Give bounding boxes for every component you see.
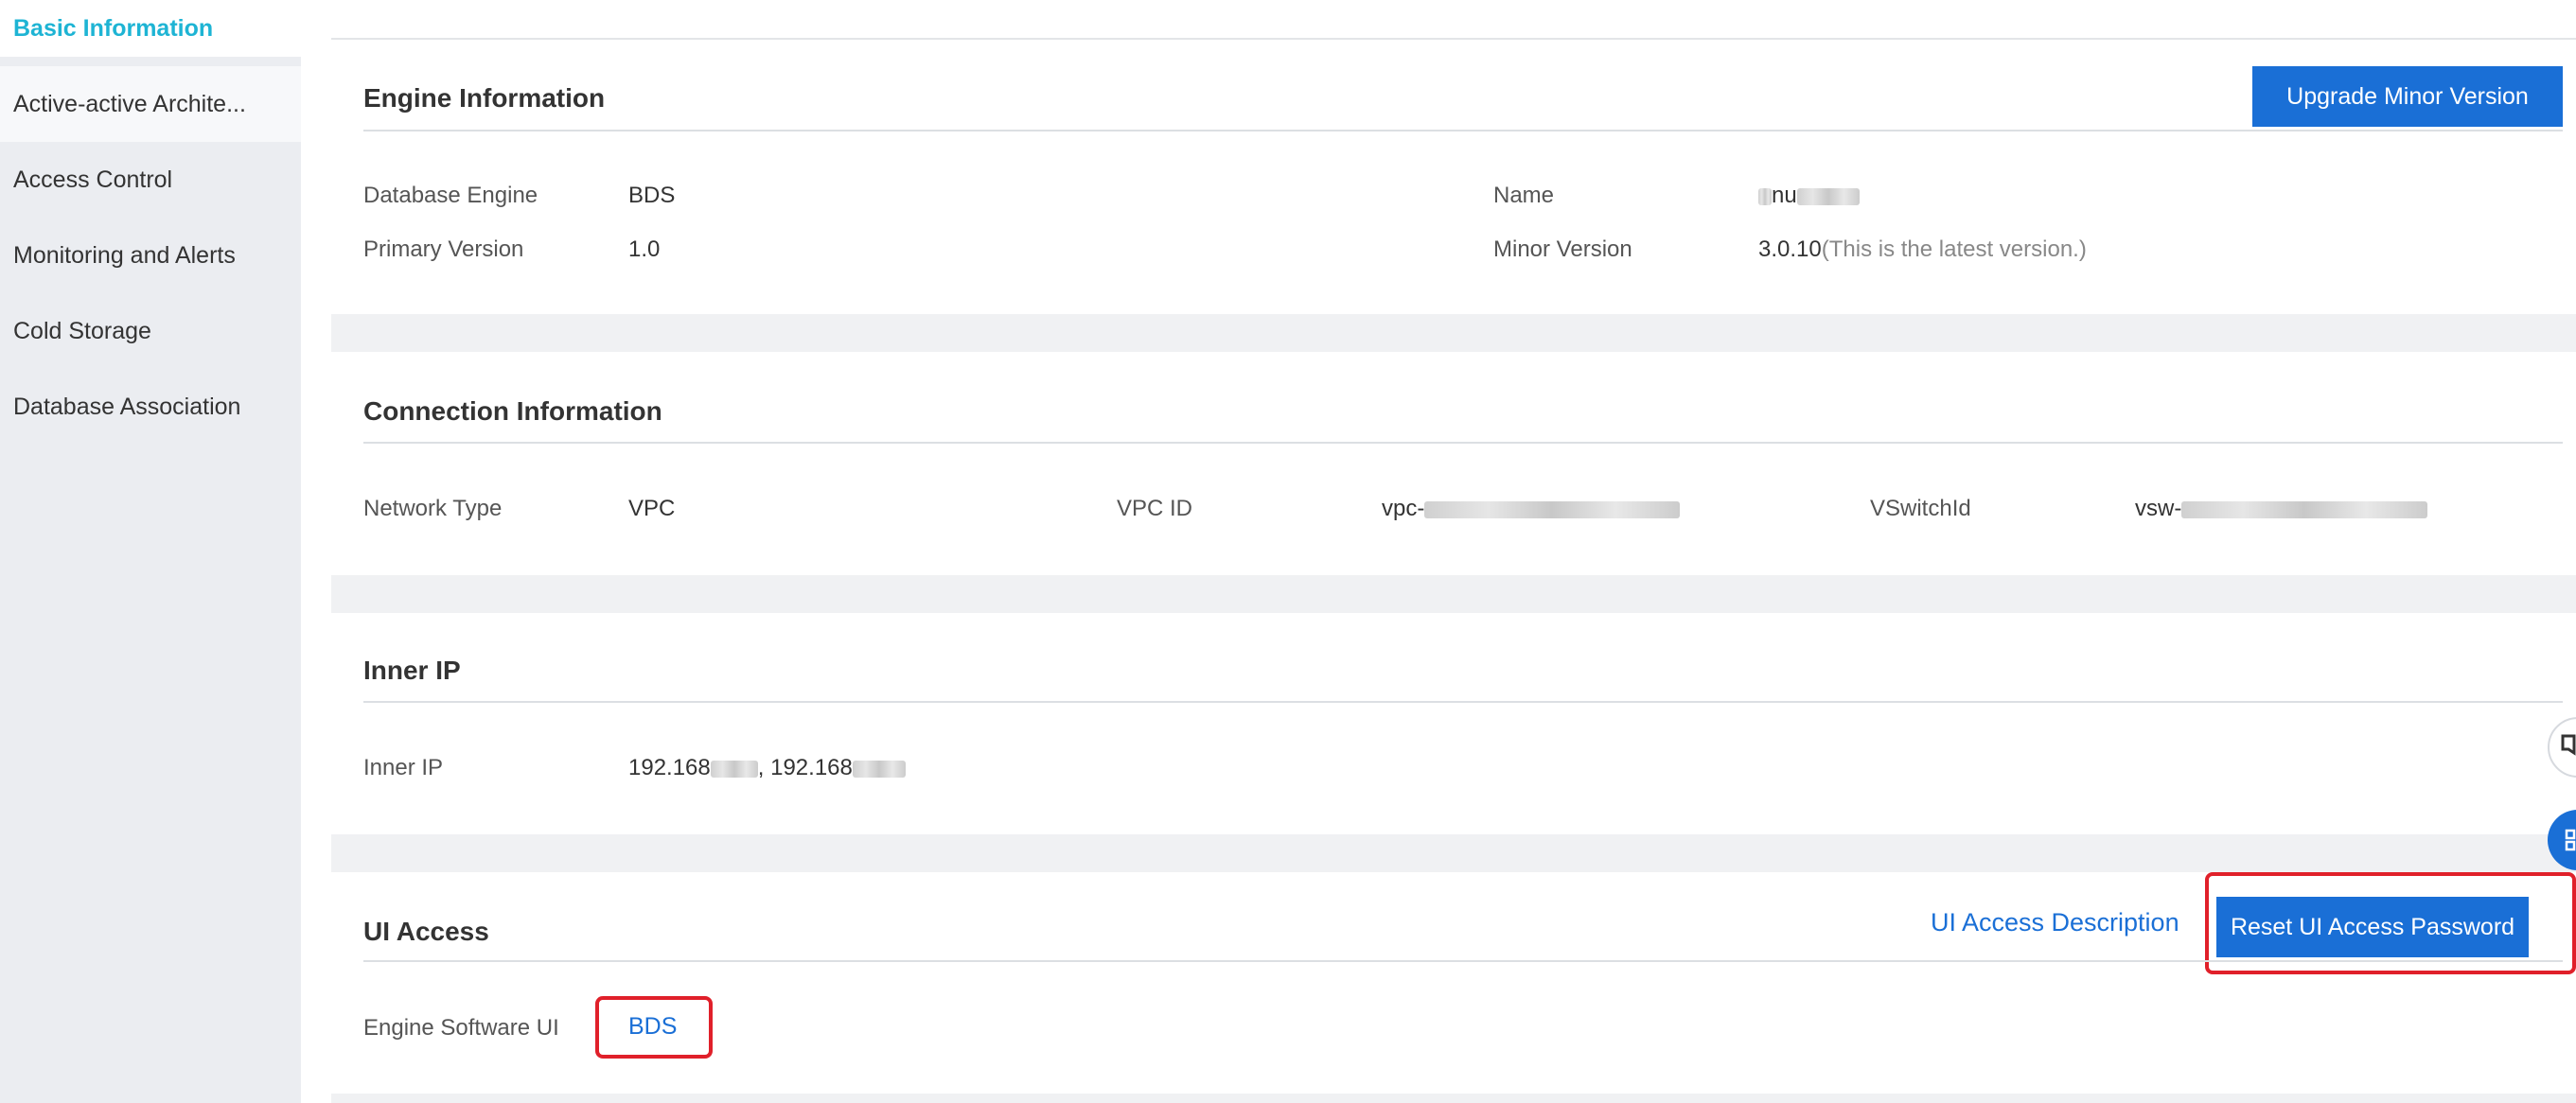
section-rule: [363, 442, 2563, 444]
name-label: Name: [1493, 183, 1555, 208]
connection-information-title: Connection Information: [363, 396, 662, 426]
sidebar-item-monitoring-and-alerts[interactable]: Monitoring and Alerts: [0, 218, 301, 293]
vpc-id-value: vpc-: [1382, 496, 1425, 521]
feedback-float-button[interactable]: [2548, 717, 2576, 778]
vswitch-id-value: vsw-: [2135, 496, 2182, 521]
database-engine-value: BDS: [628, 183, 676, 208]
section-divider: [331, 834, 2576, 872]
sidebar-item-access-control[interactable]: Access Control: [0, 142, 301, 218]
sidebar-item-label: Database Association: [13, 393, 241, 420]
inner-ip-value-row: 192.168, 192.168: [628, 755, 906, 781]
ui-access-title: UI Access: [363, 917, 489, 946]
sidebar-item-active-active-architecture[interactable]: Active-active Archite...: [0, 66, 301, 142]
inner-ip-separator: ,: [757, 755, 771, 780]
reset-ui-access-password-button[interactable]: Reset UI Access Password: [2216, 897, 2529, 957]
engine-software-ui-label: Engine Software UI: [363, 1015, 559, 1041]
primary-version-value: 1.0: [628, 236, 661, 262]
sidebar-item-label: Cold Storage: [13, 317, 151, 344]
sidebar-item-label: Basic Information: [13, 14, 214, 42]
sidebar-item-label: Active-active Archite...: [13, 90, 246, 117]
redacted-text: [1796, 187, 1860, 205]
feedback-icon: [2561, 734, 2576, 756]
section-divider: [331, 38, 2576, 40]
sidebar-item-database-association[interactable]: Database Association: [0, 369, 301, 445]
name-value-row: nu: [1758, 183, 1860, 209]
section-divider: [331, 314, 2576, 352]
grid-app-icon: [2565, 829, 2576, 851]
section-rule: [363, 130, 2563, 131]
inner-ip-value-2: 192.168: [770, 755, 853, 780]
upgrade-minor-version-button[interactable]: Upgrade Minor Version: [2252, 66, 2563, 127]
inner-ip-label: Inner IP: [363, 755, 444, 780]
section-divider: [331, 575, 2576, 613]
sidebar-item-label: Monitoring and Alerts: [13, 241, 236, 269]
inner-ip-value-1: 192.168: [628, 755, 711, 780]
section-rule: [363, 960, 2563, 962]
network-type-label: Network Type: [363, 496, 503, 521]
engine-information-title: Engine Information: [363, 83, 606, 113]
redacted-text: [1424, 500, 1681, 518]
primary-version-label: Primary Version: [363, 236, 524, 262]
sidebar: Basic Information Active-active Archite.…: [0, 0, 301, 1103]
sidebar-item-cold-storage[interactable]: Cold Storage: [0, 293, 301, 369]
vswitch-id-row: vsw-: [2135, 496, 2428, 522]
sidebar-item-label: Access Control: [13, 166, 173, 193]
section-rule: [363, 701, 2563, 703]
name-value: nu: [1772, 183, 1797, 208]
engine-software-ui-link[interactable]: BDS: [628, 1013, 677, 1041]
vpc-id-label: VPC ID: [1117, 496, 1193, 521]
inner-ip-title: Inner IP: [363, 656, 461, 685]
minor-version-row: 3.0.10(This is the latest version.): [1758, 236, 2087, 263]
vswitch-id-label: VSwitchId: [1870, 496, 1971, 521]
network-type-value: VPC: [628, 496, 676, 521]
redacted-text: [1758, 187, 1772, 205]
section-divider: [331, 1094, 2576, 1103]
vpc-id-row: vpc-: [1382, 496, 1681, 522]
redacted-text: [710, 760, 758, 778]
redacted-text: [852, 760, 906, 778]
database-engine-label: Database Engine: [363, 183, 538, 208]
minor-version-note: (This is the latest version.): [1821, 236, 2087, 262]
minor-version-label: Minor Version: [1493, 236, 1632, 262]
app-grid-float-button[interactable]: [2548, 810, 2576, 870]
ui-access-description-link[interactable]: UI Access Description: [1931, 908, 2179, 937]
redacted-text: [2181, 500, 2428, 518]
sidebar-item-basic-information[interactable]: Basic Information: [0, 0, 301, 57]
minor-version-value: 3.0.10: [1758, 236, 1822, 262]
